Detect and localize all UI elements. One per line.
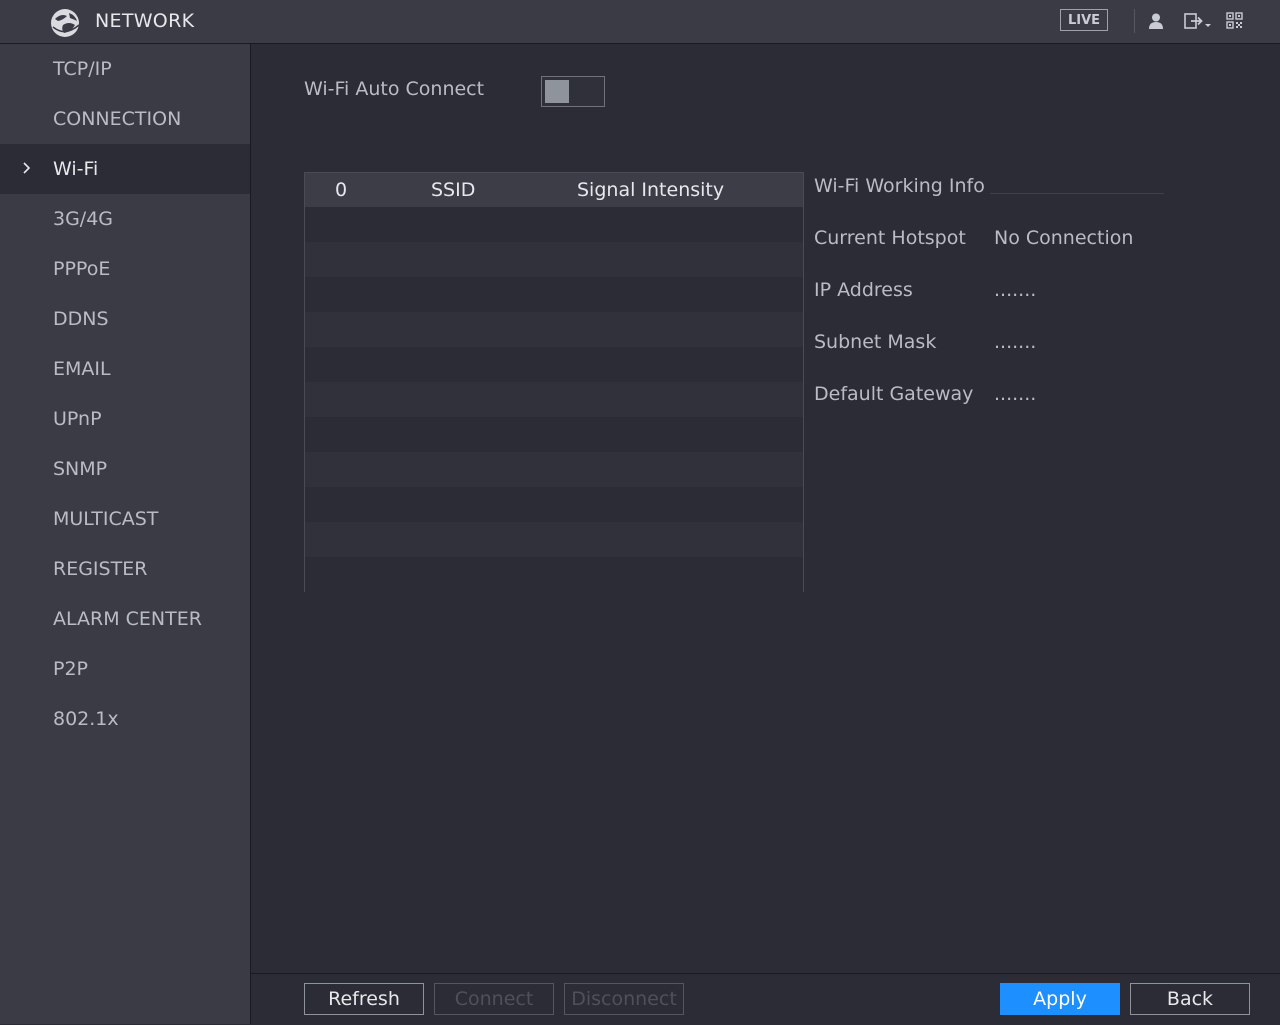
subnet-mask-label: Subnet Mask bbox=[814, 331, 937, 353]
table-row[interactable] bbox=[305, 452, 803, 487]
disconnect-button[interactable]: Disconnect bbox=[564, 983, 684, 1015]
current-hotspot-label: Current Hotspot bbox=[814, 227, 966, 249]
sidebar-item-email[interactable]: EMAIL bbox=[0, 344, 250, 394]
sidebar-item-label: 3G/4G bbox=[53, 208, 114, 230]
sidebar-item-label: REGISTER bbox=[53, 558, 148, 580]
sidebar: TCP/IP CONNECTION Wi-Fi 3G/4G PPPoE DDNS… bbox=[0, 44, 251, 1024]
sidebar-item-label: ALARM CENTER bbox=[53, 608, 202, 630]
sidebar-item-ddns[interactable]: DDNS bbox=[0, 294, 250, 344]
sidebar-item-upnp[interactable]: UPnP bbox=[0, 394, 250, 444]
table-row[interactable] bbox=[305, 557, 803, 592]
default-gateway-value: ....... bbox=[994, 383, 1037, 405]
sidebar-item-pppoe[interactable]: PPPoE bbox=[0, 244, 250, 294]
sidebar-item-label: SNMP bbox=[53, 458, 108, 480]
sidebar-item-connection[interactable]: CONNECTION bbox=[0, 94, 250, 144]
sidebar-item-label: MULTICAST bbox=[53, 508, 159, 530]
table-row[interactable] bbox=[305, 347, 803, 382]
sidebar-item-label: Wi-Fi bbox=[53, 158, 99, 180]
sidebar-item-label: DDNS bbox=[53, 308, 109, 330]
connect-button[interactable]: Connect bbox=[434, 983, 554, 1015]
table-header: 0 SSID Signal Intensity bbox=[305, 173, 803, 208]
ip-address-value: ....... bbox=[994, 279, 1037, 301]
user-icon[interactable] bbox=[1147, 12, 1165, 30]
wifi-working-info-title: Wi-Fi Working Info bbox=[814, 175, 985, 197]
table-row[interactable] bbox=[305, 207, 803, 242]
sidebar-item-label: P2P bbox=[53, 658, 89, 680]
table-row[interactable] bbox=[305, 417, 803, 452]
sidebar-item-tcpip[interactable]: TCP/IP bbox=[0, 44, 250, 94]
default-gateway-label: Default Gateway bbox=[814, 383, 974, 405]
header-divider bbox=[1134, 9, 1135, 33]
table-row[interactable] bbox=[305, 487, 803, 522]
sidebar-item-wifi[interactable]: Wi-Fi bbox=[0, 144, 250, 194]
chevron-right-icon bbox=[23, 162, 31, 174]
table-row[interactable] bbox=[305, 242, 803, 277]
sidebar-item-p2p[interactable]: P2P bbox=[0, 644, 250, 694]
sidebar-item-register[interactable]: REGISTER bbox=[0, 544, 250, 594]
sidebar-item-label: EMAIL bbox=[53, 358, 111, 380]
page-title: NETWORK bbox=[95, 10, 195, 32]
back-button[interactable]: Back bbox=[1130, 983, 1250, 1015]
table-row[interactable] bbox=[305, 382, 803, 417]
wifi-hotspot-table: 0 SSID Signal Intensity bbox=[304, 172, 804, 592]
globe-logo-icon bbox=[51, 9, 80, 37]
info-title-divider bbox=[990, 193, 1164, 194]
top-bar: NETWORK LIVE bbox=[0, 0, 1280, 44]
toggle-knob bbox=[545, 80, 569, 103]
sidebar-item-snmp[interactable]: SNMP bbox=[0, 444, 250, 494]
live-button[interactable]: LIVE bbox=[1060, 9, 1108, 31]
table-row[interactable] bbox=[305, 312, 803, 347]
sidebar-item-label: TCP/IP bbox=[53, 58, 112, 80]
column-header-index[interactable]: 0 bbox=[335, 179, 347, 201]
refresh-button[interactable]: Refresh bbox=[304, 983, 424, 1015]
wifi-auto-connect-toggle[interactable] bbox=[541, 76, 605, 107]
subnet-mask-value: ....... bbox=[994, 331, 1037, 353]
qr-code-icon[interactable] bbox=[1226, 12, 1243, 29]
sidebar-item-label: PPPoE bbox=[53, 258, 111, 280]
sidebar-item-3g4g[interactable]: 3G/4G bbox=[0, 194, 250, 244]
ip-address-label: IP Address bbox=[814, 279, 913, 301]
wifi-auto-connect-label: Wi-Fi Auto Connect bbox=[304, 78, 485, 100]
logout-icon[interactable] bbox=[1184, 12, 1214, 32]
current-hotspot-value: No Connection bbox=[994, 227, 1134, 249]
sidebar-item-label: CONNECTION bbox=[53, 108, 182, 130]
sidebar-item-label: 802.1x bbox=[53, 708, 119, 730]
sidebar-item-label: UPnP bbox=[53, 408, 102, 430]
column-header-ssid[interactable]: SSID bbox=[431, 179, 475, 201]
table-row[interactable] bbox=[305, 522, 803, 557]
table-row[interactable] bbox=[305, 277, 803, 312]
sidebar-item-alarm-center[interactable]: ALARM CENTER bbox=[0, 594, 250, 644]
sidebar-item-8021x[interactable]: 802.1x bbox=[0, 694, 250, 744]
column-header-signal[interactable]: Signal Intensity bbox=[577, 179, 724, 201]
apply-button[interactable]: Apply bbox=[1000, 983, 1120, 1015]
sidebar-item-multicast[interactable]: MULTICAST bbox=[0, 494, 250, 544]
